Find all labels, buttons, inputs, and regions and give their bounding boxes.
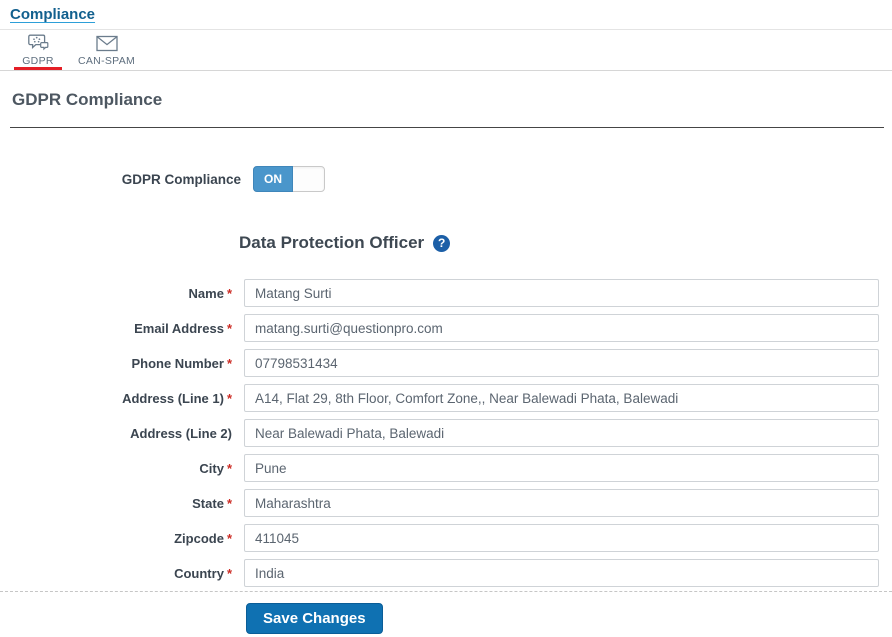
title-divider	[10, 127, 884, 128]
field-label-text: City	[199, 460, 224, 476]
required-asterisk: *	[226, 460, 232, 476]
gdpr-toggle-row: GDPR Compliance ON	[12, 166, 892, 192]
breadcrumb-compliance-link[interactable]: Compliance	[10, 6, 95, 23]
section-title: Data Protection Officer	[239, 233, 425, 252]
field-label: Address (Line 1) *	[12, 391, 232, 406]
form-row-zipcode: Zipcode *	[12, 524, 879, 552]
dpo-form: Name*Email Address*Phone Number*Address …	[12, 279, 879, 587]
required-asterisk: *	[226, 320, 232, 336]
required-asterisk: *	[226, 390, 232, 406]
zipcode-field[interactable]	[244, 524, 879, 552]
field-label: Zipcode *	[12, 531, 232, 546]
tab-label: CAN-SPAM	[78, 55, 136, 67]
tab-can-spam[interactable]: CAN-SPAM	[71, 30, 142, 70]
required-asterisk: *	[226, 355, 232, 371]
required-asterisk: *	[226, 495, 232, 511]
field-label: Address (Line 2)	[12, 426, 232, 441]
state-field[interactable]	[244, 489, 879, 517]
gdpr-toggle-switch[interactable]: ON	[253, 166, 325, 192]
field-label: State *	[12, 496, 232, 511]
form-row-address-line-2: Address (Line 2)	[12, 419, 879, 447]
required-asterisk: *	[226, 565, 232, 581]
form-row-city: City *	[12, 454, 879, 482]
address-line-2-field[interactable]	[244, 419, 879, 447]
toggle-on-state: ON	[253, 166, 293, 192]
phone-number-field[interactable]	[244, 349, 879, 377]
field-label: Email Address *	[12, 321, 232, 336]
field-label-text: State	[192, 495, 224, 511]
name-field[interactable]	[244, 279, 879, 307]
tab-gdpr[interactable]: GDPR	[14, 30, 62, 70]
form-row-name: Name *	[12, 279, 879, 307]
form-row-country: Country *	[12, 559, 879, 587]
required-asterisk: *	[226, 530, 232, 546]
form-row-address-line-1: Address (Line 1) *	[12, 384, 879, 412]
breadcrumb-bar: Compliance	[0, 0, 892, 30]
dashed-divider	[0, 591, 892, 592]
field-label: Country *	[12, 566, 232, 581]
save-changes-button[interactable]: Save Changes	[246, 603, 383, 634]
field-label-text: Address (Line 1)	[122, 390, 224, 406]
field-label: Phone Number *	[12, 356, 232, 371]
field-label-text: Zipcode	[174, 530, 224, 546]
save-row: Save Changes	[246, 603, 892, 634]
gdpr-chat-icon	[27, 34, 49, 52]
tab-bar: GDPR CAN-SPAM	[0, 30, 892, 71]
field-label: Name *	[12, 286, 232, 301]
required-asterisk: *	[226, 285, 232, 301]
page-title: GDPR Compliance	[12, 90, 163, 109]
city-field[interactable]	[244, 454, 879, 482]
form-row-email-address: Email Address *	[12, 314, 879, 342]
form-row-state: State *	[12, 489, 879, 517]
address-line-1-field[interactable]	[244, 384, 879, 412]
tab-label: GDPR	[22, 55, 54, 67]
field-label: City *	[12, 461, 232, 476]
email-address-field[interactable]	[244, 314, 879, 342]
gdpr-toggle-label: GDPR Compliance	[121, 171, 241, 187]
field-label-text: Phone Number	[131, 355, 224, 371]
section-heading-row: Data Protection Officer ?	[239, 233, 892, 253]
form-row-phone-number: Phone Number *	[12, 349, 879, 377]
country-field[interactable]	[244, 559, 879, 587]
field-label-text: Email Address	[134, 320, 224, 336]
question-circle-icon[interactable]: ?	[433, 234, 451, 252]
field-label-text: Address (Line 2)	[130, 425, 232, 441]
field-label-text: Name	[188, 285, 224, 301]
field-label-text: Country	[174, 565, 224, 581]
envelope-icon	[95, 34, 118, 52]
